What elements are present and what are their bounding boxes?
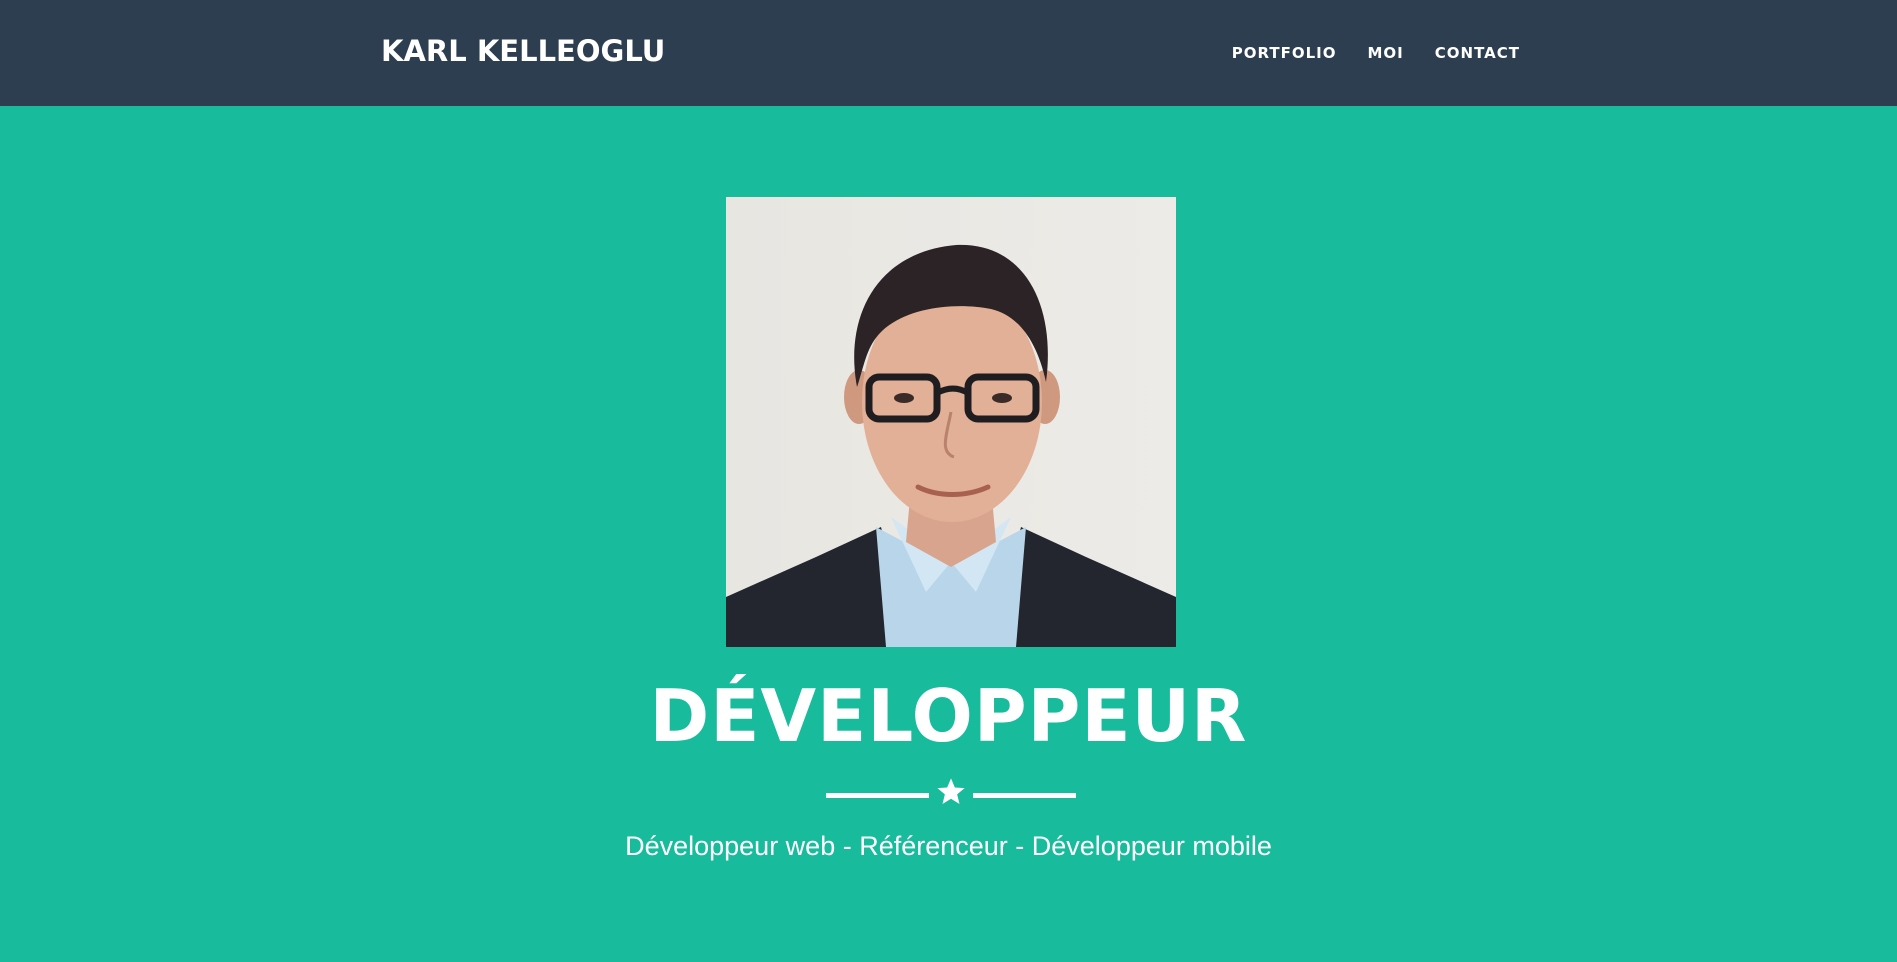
divider-line-right [973,793,1076,798]
nav-portfolio[interactable]: PORTFOLIO [1232,44,1337,62]
main-nav: PORTFOLIO MOI CONTACT [1232,44,1520,62]
profile-photo [726,197,1176,647]
divider-line-left [826,793,929,798]
navbar: KARL KELLEOGLU PORTFOLIO MOI CONTACT [0,0,1897,106]
nav-contact[interactable]: CONTACT [1435,44,1520,62]
brand-link[interactable]: KARL KELLEOGLU [381,34,665,68]
hero-title: DÉVELOPPEUR [649,674,1248,758]
nav-moi[interactable]: MOI [1368,44,1404,62]
star-divider [826,776,1076,814]
profile-photo-illustration [726,197,1176,647]
star-icon [937,778,965,804]
hero-subtitle: Développeur web - Référenceur - Développ… [625,831,1272,861]
